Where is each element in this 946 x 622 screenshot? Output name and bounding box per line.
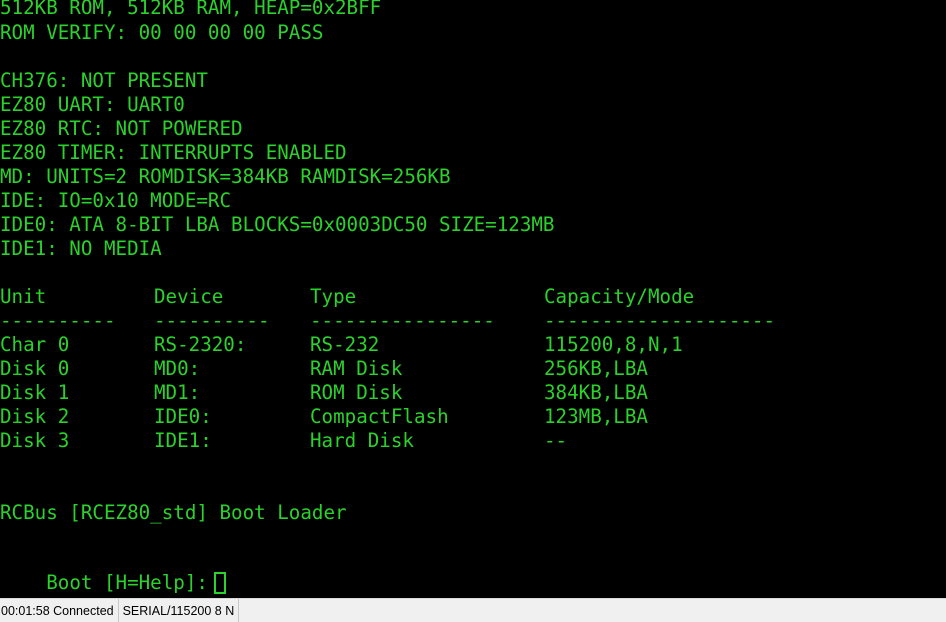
separator-type: ----------------	[310, 309, 495, 332]
cell-unit: Disk 2	[0, 405, 70, 428]
table-row: Disk 1 MD1: ROM Disk 384KB,LBA	[0, 382, 946, 404]
terminal-line: MD: UNITS=2 ROMDISK=384KB RAMDISK=256KB	[0, 165, 451, 188]
terminal-line: CH376: NOT PRESENT	[0, 69, 208, 92]
separator-device: ----------	[154, 309, 270, 332]
cell-device: IDE1:	[154, 429, 212, 452]
cell-type: ROM Disk	[310, 381, 403, 404]
cell-capacity: 384KB,LBA	[544, 381, 648, 404]
unit-table-header: Unit Device Type Capacity/Mode	[0, 286, 946, 308]
column-header-device: Device	[154, 285, 224, 308]
port-settings[interactable]: SERIAL/115200 8 N	[119, 599, 240, 622]
terminal-line: EZ80 RTC: NOT POWERED	[0, 117, 243, 140]
separator-capacity: --------------------	[544, 309, 776, 332]
cell-type: Hard Disk	[310, 429, 414, 452]
cell-capacity: 115200,8,N,1	[544, 333, 683, 356]
column-header-capacity: Capacity/Mode	[544, 285, 695, 308]
boot-loader-title: RCBus [RCEZ80_std] Boot Loader	[0, 501, 347, 524]
terminal-line: IDE0: ATA 8-BIT LBA BLOCKS=0x0003DC50 SI…	[0, 213, 555, 236]
terminal-line: IDE1: NO MEDIA	[0, 237, 162, 260]
boot-prompt-line[interactable]: Boot [H=Help]:	[0, 550, 226, 594]
cell-unit: Disk 3	[0, 429, 70, 452]
cell-type: RS-232	[310, 333, 380, 356]
table-row: Char 0 RS-2320: RS-232 115200,8,N,1	[0, 334, 946, 356]
boot-prompt: Boot [H=Help]:	[46, 571, 208, 594]
terminal-line: 512KB ROM, 512KB RAM, HEAP=0x2BFF	[0, 0, 382, 19]
table-row: Disk 0 MD0: RAM Disk 256KB,LBA	[0, 358, 946, 380]
terminal-line: IDE: IO=0x10 MODE=RC	[0, 189, 232, 212]
cell-type: RAM Disk	[310, 357, 403, 380]
terminal-line: EZ80 TIMER: INTERRUPTS ENABLED	[0, 141, 347, 164]
column-header-unit: Unit	[0, 285, 47, 308]
separator-unit: ----------	[0, 309, 116, 332]
cell-device: MD0:	[154, 357, 201, 380]
table-row: Disk 2 IDE0: CompactFlash 123MB,LBA	[0, 406, 946, 428]
connection-status: 00:01:58 Connected	[0, 599, 119, 622]
cell-capacity: 256KB,LBA	[544, 357, 648, 380]
column-header-type: Type	[310, 285, 357, 308]
unit-table-separator: ---------- ---------- ---------------- -…	[0, 310, 946, 332]
terminal-line: ROM VERIFY: 00 00 00 00 PASS	[0, 21, 324, 44]
cell-capacity: --	[544, 429, 568, 452]
cell-unit: Disk 0	[0, 357, 70, 380]
cell-device: IDE0:	[154, 405, 212, 428]
cell-unit: Disk 1	[0, 381, 70, 404]
cell-device: MD1:	[154, 381, 201, 404]
terminal-line: EZ80 UART: UART0	[0, 93, 185, 116]
table-row: Disk 3 IDE1: Hard Disk --	[0, 430, 946, 452]
status-bar: 00:01:58 Connected SERIAL/115200 8 N	[0, 598, 946, 622]
cell-type: CompactFlash	[310, 405, 449, 428]
cell-capacity: 123MB,LBA	[544, 405, 648, 428]
terminal-screen[interactable]: 512KB ROM, 512KB RAM, HEAP=0x2BFF ROM VE…	[0, 0, 946, 598]
text-cursor[interactable]	[213, 572, 226, 594]
cell-unit: Char 0	[0, 333, 70, 356]
cell-device: RS-2320:	[154, 333, 247, 356]
